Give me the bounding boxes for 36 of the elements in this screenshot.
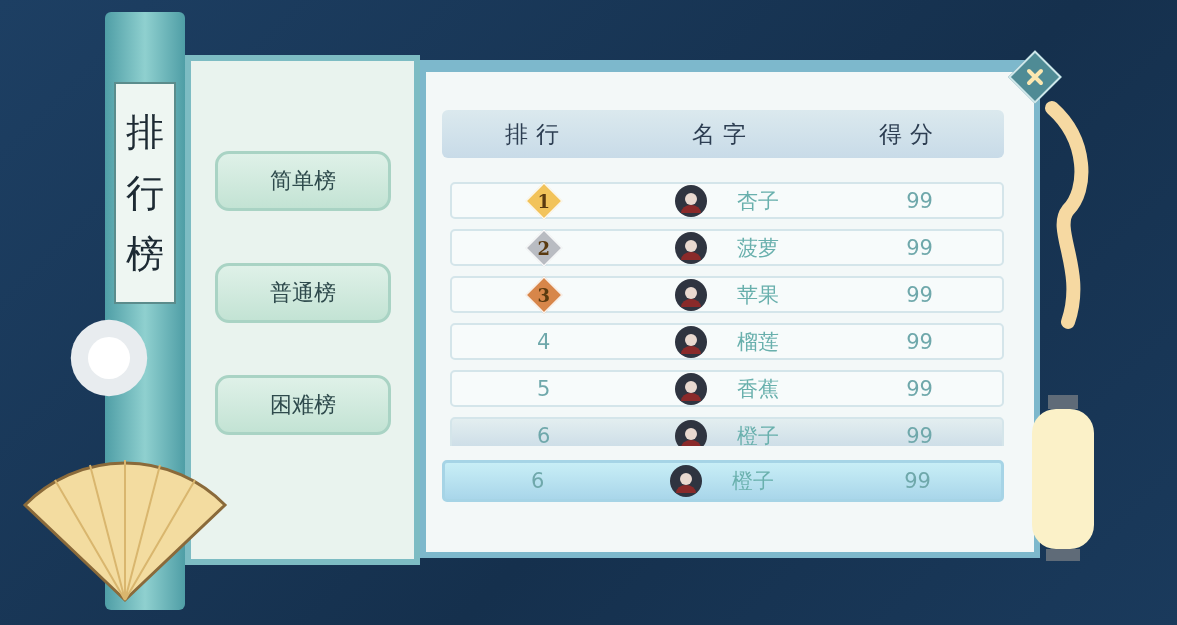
avatar-icon: [675, 372, 708, 405]
score: 99: [906, 282, 933, 307]
player-name: 香蕉: [737, 375, 780, 403]
rank-number: 4: [536, 329, 551, 354]
player-name: 杏子: [737, 187, 780, 215]
rank-medal: 1: [525, 182, 563, 219]
player-name: 橙子: [732, 468, 775, 495]
avatar-icon: [675, 184, 708, 217]
player-name: 菠萝: [737, 234, 780, 262]
score: 99: [904, 469, 931, 493]
avatar-icon: [675, 419, 708, 446]
score: 99: [906, 423, 933, 446]
rank-medal: 3: [525, 276, 563, 313]
leaderboard-tab[interactable]: 困难榜: [214, 375, 391, 435]
score: 99: [906, 235, 933, 260]
avatar-icon: [675, 278, 708, 311]
column-header: 排行: [504, 119, 567, 149]
rank-number: 6: [530, 469, 545, 493]
close-icon: [1025, 67, 1045, 87]
avatar-icon: [675, 231, 708, 264]
column-header: 得分: [879, 119, 942, 149]
column-header: 名字: [692, 119, 754, 149]
player-name: 橙子: [737, 422, 780, 446]
rank-number: 5: [536, 376, 551, 401]
player-name: 苹果: [737, 281, 780, 309]
avatar-icon: [670, 465, 703, 497]
rank-number: 6: [536, 423, 551, 446]
rank-medal: 2: [525, 229, 563, 266]
avatar-icon: [675, 325, 708, 358]
score: 99: [906, 188, 933, 213]
player-name: 榴莲: [737, 328, 780, 356]
score: 99: [906, 376, 933, 401]
score: 99: [906, 329, 933, 354]
leaderboard-tab[interactable]: 简单榜: [214, 151, 391, 211]
leaderboard-tab[interactable]: 普通榜: [214, 263, 391, 323]
leaderboard-title: 排行榜: [114, 82, 176, 305]
